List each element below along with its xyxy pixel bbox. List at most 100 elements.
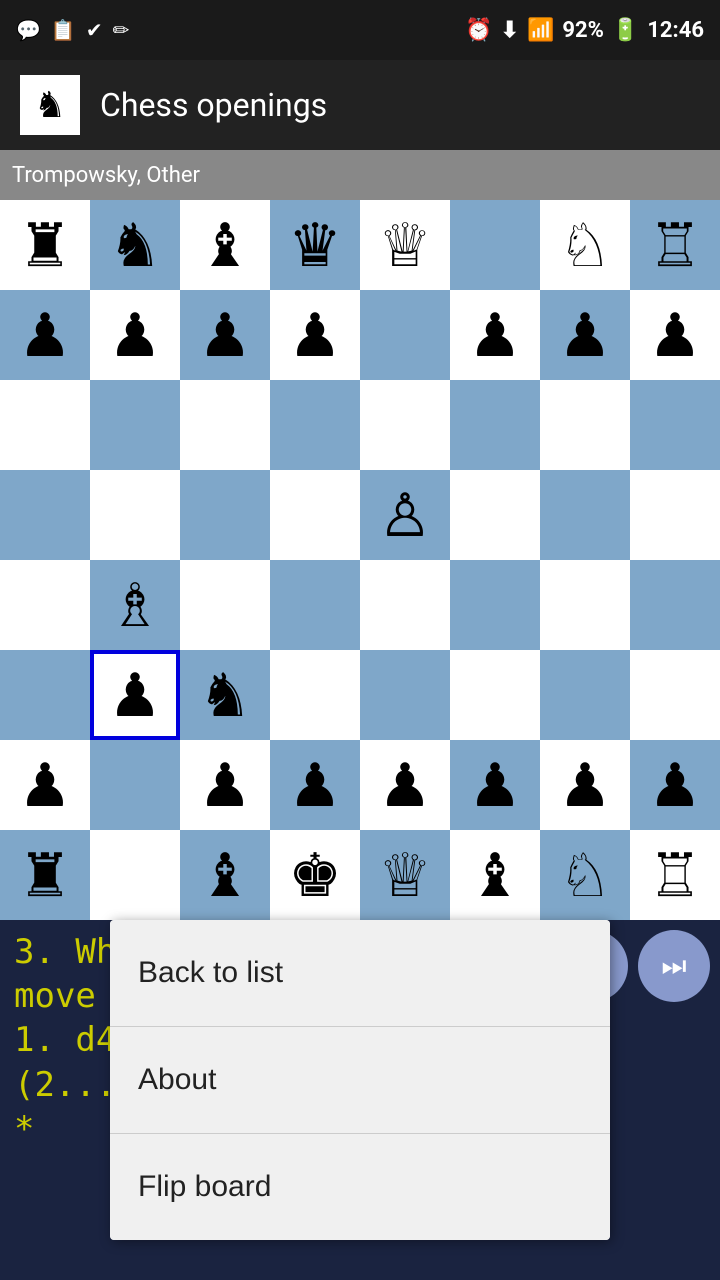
board-cell-4-2[interactable] bbox=[180, 560, 270, 650]
board-cell-0-0[interactable]: ♜ bbox=[0, 200, 90, 290]
chess-piece: ♟ bbox=[18, 300, 72, 371]
board-cell-3-1[interactable] bbox=[90, 470, 180, 560]
board-cell-2-7[interactable] bbox=[630, 380, 720, 470]
board-cell-2-1[interactable] bbox=[90, 380, 180, 470]
last-move-button[interactable]: ⏭ bbox=[638, 930, 710, 1002]
board-cell-6-4[interactable]: ♟ bbox=[360, 740, 450, 830]
board-cell-6-3[interactable]: ♟ bbox=[270, 740, 360, 830]
board-cell-6-1[interactable] bbox=[90, 740, 180, 830]
chess-piece: ♜ bbox=[18, 840, 72, 911]
board-cell-1-6[interactable]: ♟ bbox=[540, 290, 630, 380]
board-cell-4-6[interactable] bbox=[540, 560, 630, 650]
board-cell-7-1[interactable] bbox=[90, 830, 180, 920]
board-cell-3-6[interactable] bbox=[540, 470, 630, 560]
battery-icon: 🔋 bbox=[612, 18, 639, 43]
chess-board[interactable]: ♜♞♝♛♕♘♖♟♟♟♟♟♟♟♙♗♟♞♟♟♟♟♟♟♟♜♝♚♕♝♘♖ bbox=[0, 200, 720, 920]
board-cell-3-4[interactable]: ♙ bbox=[360, 470, 450, 560]
board-cell-5-1[interactable]: ♟ bbox=[90, 650, 180, 740]
chess-piece: ♕ bbox=[378, 210, 432, 281]
bottom-area: 3. White's move 1. d4 (2... * ⏮ ◀ ▶ ⏭ Ba… bbox=[0, 920, 720, 1280]
board-cell-2-5[interactable] bbox=[450, 380, 540, 470]
board-cell-2-4[interactable] bbox=[360, 380, 450, 470]
board-cell-2-6[interactable] bbox=[540, 380, 630, 470]
board-cell-5-6[interactable] bbox=[540, 650, 630, 740]
chess-piece: ♟ bbox=[288, 750, 342, 821]
board-cell-3-0[interactable] bbox=[0, 470, 90, 560]
board-cell-7-2[interactable]: ♝ bbox=[180, 830, 270, 920]
board-cell-7-7[interactable]: ♖ bbox=[630, 830, 720, 920]
back-to-list-button[interactable]: Back to list bbox=[110, 920, 610, 1027]
dropdown-menu: Back to list About Flip board bbox=[110, 920, 610, 1240]
board-cell-6-7[interactable]: ♟ bbox=[630, 740, 720, 830]
board-cell-1-4[interactable] bbox=[360, 290, 450, 380]
board-cell-4-4[interactable] bbox=[360, 560, 450, 650]
chess-piece: ♗ bbox=[108, 570, 162, 641]
chess-piece: ♟ bbox=[648, 300, 702, 371]
chess-piece: ♝ bbox=[468, 840, 522, 911]
board-cell-5-5[interactable] bbox=[450, 650, 540, 740]
chess-piece: ♟ bbox=[18, 750, 72, 821]
board-cell-1-5[interactable]: ♟ bbox=[450, 290, 540, 380]
status-icons-left: 💬 📋 ✔ ✏ bbox=[16, 18, 129, 42]
app-logo: ♞ bbox=[20, 75, 80, 135]
chess-piece: ♞ bbox=[108, 210, 162, 281]
chess-piece: ♜ bbox=[18, 210, 72, 281]
board-cell-3-2[interactable] bbox=[180, 470, 270, 560]
board-cell-7-6[interactable]: ♘ bbox=[540, 830, 630, 920]
board-cell-4-7[interactable] bbox=[630, 560, 720, 650]
board-cell-0-3[interactable]: ♛ bbox=[270, 200, 360, 290]
chess-piece: ♟ bbox=[468, 750, 522, 821]
chess-piece: ♖ bbox=[648, 840, 702, 911]
board-cell-6-6[interactable]: ♟ bbox=[540, 740, 630, 830]
board-cell-0-5[interactable] bbox=[450, 200, 540, 290]
about-button[interactable]: About bbox=[110, 1027, 610, 1134]
status-bar: 💬 📋 ✔ ✏ ⏰ ⬇ 📶 92% 🔋 12:46 bbox=[0, 0, 720, 60]
board-cell-5-0[interactable] bbox=[0, 650, 90, 740]
chess-piece: ♘ bbox=[558, 210, 612, 281]
board-cell-5-4[interactable] bbox=[360, 650, 450, 740]
board-cell-2-0[interactable] bbox=[0, 380, 90, 470]
board-cell-7-3[interactable]: ♚ bbox=[270, 830, 360, 920]
board-cell-0-7[interactable]: ♖ bbox=[630, 200, 720, 290]
opening-title-bar: Trompowsky, Other bbox=[0, 150, 720, 200]
board-cell-5-3[interactable] bbox=[270, 650, 360, 740]
board-cell-1-3[interactable]: ♟ bbox=[270, 290, 360, 380]
board-cell-6-5[interactable]: ♟ bbox=[450, 740, 540, 830]
board-cell-0-6[interactable]: ♘ bbox=[540, 200, 630, 290]
board-cell-4-5[interactable] bbox=[450, 560, 540, 650]
board-cell-6-0[interactable]: ♟ bbox=[0, 740, 90, 830]
board-cell-2-3[interactable] bbox=[270, 380, 360, 470]
board-cell-6-2[interactable]: ♟ bbox=[180, 740, 270, 830]
flip-board-button[interactable]: Flip board bbox=[110, 1134, 610, 1240]
chat-icon: 💬 bbox=[16, 18, 41, 42]
board-cell-1-0[interactable]: ♟ bbox=[0, 290, 90, 380]
chess-piece: ♛ bbox=[288, 210, 342, 281]
board-cell-0-1[interactable]: ♞ bbox=[90, 200, 180, 290]
clipboard-icon: 📋 bbox=[51, 18, 76, 42]
board-cell-0-2[interactable]: ♝ bbox=[180, 200, 270, 290]
board-cell-5-2[interactable]: ♞ bbox=[180, 650, 270, 740]
battery-text: 92% bbox=[562, 18, 604, 43]
logo-icon: ♞ bbox=[34, 84, 66, 126]
chess-piece: ♟ bbox=[558, 750, 612, 821]
board-cell-7-5[interactable]: ♝ bbox=[450, 830, 540, 920]
board-cell-0-4[interactable]: ♕ bbox=[360, 200, 450, 290]
board-cell-7-0[interactable]: ♜ bbox=[0, 830, 90, 920]
chess-piece: ♝ bbox=[198, 840, 252, 911]
board-cell-1-7[interactable]: ♟ bbox=[630, 290, 720, 380]
board-cell-1-1[interactable]: ♟ bbox=[90, 290, 180, 380]
board-cell-4-1[interactable]: ♗ bbox=[90, 560, 180, 650]
board-cell-2-2[interactable] bbox=[180, 380, 270, 470]
board-cell-4-3[interactable] bbox=[270, 560, 360, 650]
app-title: Chess openings bbox=[100, 86, 327, 124]
board-cell-3-3[interactable] bbox=[270, 470, 360, 560]
board-cell-3-5[interactable] bbox=[450, 470, 540, 560]
board-cell-3-7[interactable] bbox=[630, 470, 720, 560]
signal-icon: 📶 bbox=[527, 18, 554, 43]
board-cell-5-7[interactable] bbox=[630, 650, 720, 740]
board-cell-7-4[interactable]: ♕ bbox=[360, 830, 450, 920]
chess-piece: ♟ bbox=[108, 300, 162, 371]
board-cell-4-0[interactable] bbox=[0, 560, 90, 650]
board-cell-1-2[interactable]: ♟ bbox=[180, 290, 270, 380]
clock-text: 12:46 bbox=[647, 18, 704, 43]
